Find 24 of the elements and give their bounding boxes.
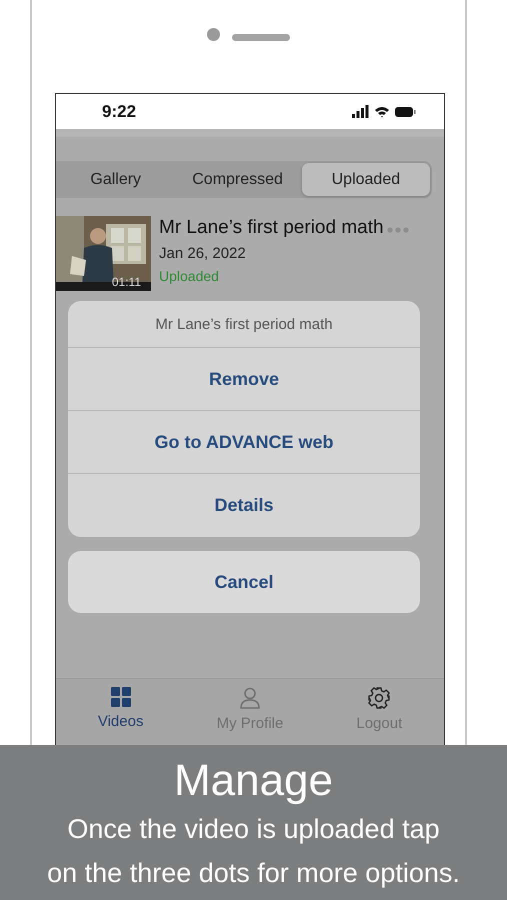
speaker-slot	[232, 34, 290, 41]
sheet-option[interactable]: Go to ADVANCE web	[68, 411, 420, 474]
segment-tab[interactable]: Compressed	[173, 163, 302, 196]
caption-text: Once the video is uploaded tap	[66, 813, 441, 846]
cancel-button[interactable]: Cancel	[68, 551, 420, 613]
segment-tab[interactable]: Gallery	[58, 163, 174, 196]
segment-tab[interactable]: Uploaded	[302, 163, 430, 196]
status-time: 9:22	[102, 102, 136, 122]
tab-bar-item[interactable]: Videos	[56, 679, 186, 737]
caption-text: on the three dots for more options.	[46, 857, 461, 890]
caption-title: Manage	[172, 755, 334, 807]
grid-icon	[110, 687, 131, 707]
more-icon[interactable]	[386, 227, 409, 233]
status-icons-drawing	[352, 104, 416, 118]
camera-dot	[207, 28, 220, 41]
settings-icon	[368, 687, 390, 709]
sheet-option[interactable]: Remove	[68, 348, 420, 411]
duration-label: 01:11	[112, 275, 141, 289]
upload-status: Uploaded	[159, 268, 220, 284]
video-date: Jan 26, 2022	[159, 245, 247, 262]
video-title: Mr Lane’s first period math	[159, 216, 384, 240]
sheet-option[interactable]: Details	[68, 474, 420, 537]
person-icon	[238, 687, 261, 709]
sheet-title: Mr Lane’s first period math	[68, 301, 420, 348]
